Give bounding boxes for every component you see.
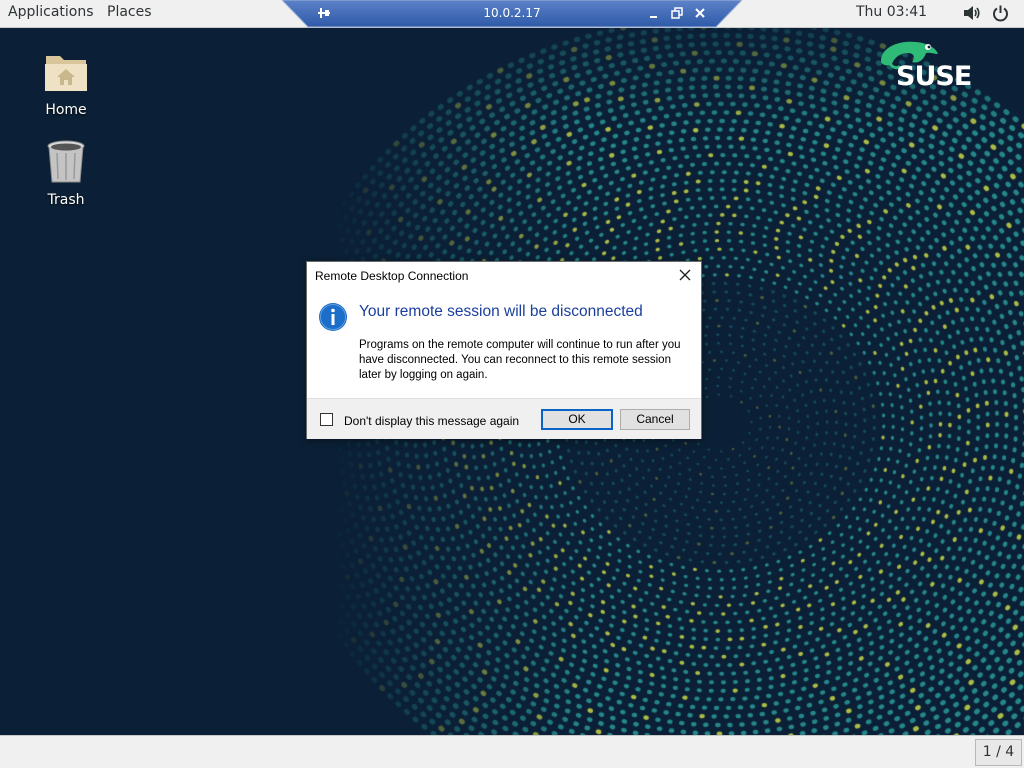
dialog-close-icon[interactable] [678,268,692,282]
dialog-title: Remote Desktop Connection [315,269,469,283]
home-folder-icon [45,56,87,91]
suse-chameleon-icon: SUSE [880,41,972,92]
volume-icon[interactable] [963,5,981,21]
desktop-icon-home[interactable]: Home [21,48,111,118]
trash-icon [47,140,85,183]
dont-show-checkbox[interactable] [320,413,333,426]
close-icon[interactable] [692,5,708,21]
applications-menu[interactable]: Applications [8,4,94,20]
cancel-button[interactable]: Cancel [620,409,690,430]
rdp-connection-bar: 10.0.2.17 [282,0,742,28]
suse-logo-text: SUSE [896,61,971,92]
desktop-icon-trash[interactable]: Trash [21,138,111,208]
places-menu[interactable]: Places [107,4,152,20]
info-icon [319,303,347,331]
dialog-footer: Don't display this message again OK Canc… [307,398,701,439]
workspace-switcher[interactable]: 1 / 4 [975,739,1022,766]
ok-button[interactable]: OK [541,409,613,430]
bottom-panel: 1 / 4 [0,735,1024,768]
suse-logo: SUSE [876,36,988,92]
clock[interactable]: Thu 03:41 [856,4,927,20]
desktop-icon-label: Trash [47,192,85,208]
disconnect-dialog: Remote Desktop Connection Your remote se… [306,261,702,439]
power-icon[interactable] [992,5,1009,22]
dialog-message: Programs on the remote computer will con… [359,339,681,381]
desktop-icon-label: Home [45,102,87,118]
minimize-icon[interactable] [646,5,662,21]
dont-show-label[interactable]: Don't display this message again [344,414,519,428]
dialog-heading: Your remote session will be disconnected [359,303,643,320]
restore-icon[interactable] [669,5,685,21]
